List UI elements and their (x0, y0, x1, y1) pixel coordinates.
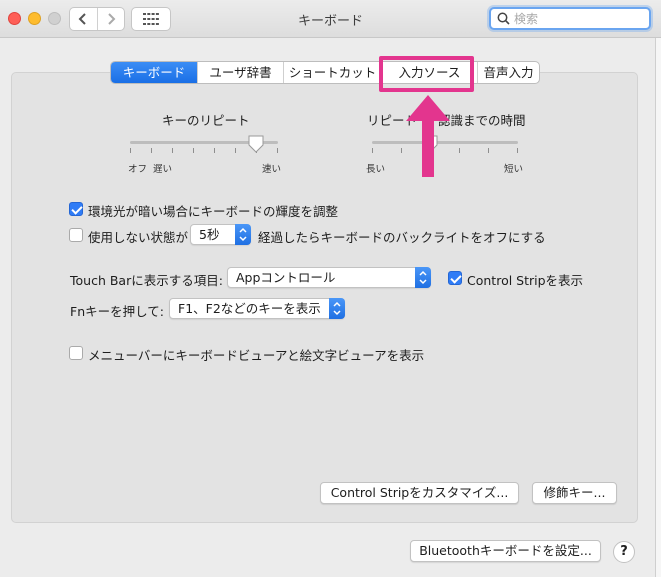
search-icon (497, 12, 510, 25)
chevron-left-icon (78, 13, 86, 25)
fn-key-label: Fnキーを押して: (70, 304, 164, 319)
chevron-updown-icon (235, 224, 251, 245)
slider-tick (193, 148, 194, 153)
backlight-off-prefix: 使用しない状態が (88, 230, 189, 245)
idle-time-value: 5秒 (199, 227, 220, 242)
key-repeat-slider-thumb[interactable] (248, 135, 264, 153)
slider-tick (172, 148, 173, 153)
tab-shortcuts[interactable]: ショートカット (283, 62, 381, 83)
setup-bluetooth-keyboard-button[interactable]: Bluetoothキーボードを設定... (410, 540, 601, 562)
touchbar-value: Appコントロール (236, 270, 336, 285)
slider-tick (372, 148, 373, 153)
slider-tick (130, 148, 131, 153)
input-sources-highlight-box (379, 56, 474, 92)
fn-key-popup[interactable]: F1、F2などのキーを表示 (169, 298, 345, 319)
slider-tick (214, 148, 215, 153)
chevron-updown-icon (415, 267, 431, 288)
minimize-window-button[interactable] (28, 12, 41, 25)
key-repeat-slow-label: 遅い (153, 164, 173, 175)
navigation-buttons (69, 7, 125, 31)
tab-bar: キーボード ユーザ辞書 ショートカット 入力ソース 音声入力 (110, 61, 540, 84)
backlight-off-checkbox[interactable] (69, 228, 83, 242)
repeat-delay-long-label: 長い (366, 164, 386, 175)
idle-time-popup[interactable]: 5秒 (190, 224, 251, 245)
window-title: キーボード (297, 14, 363, 29)
tab-dictation[interactable]: 音声入力 (477, 62, 539, 83)
slider-tick (235, 148, 236, 153)
fn-key-value: F1、F2などのキーを表示 (178, 301, 321, 316)
touchbar-popup[interactable]: Appコントロール (227, 267, 431, 288)
show-control-strip-checkbox[interactable] (448, 271, 462, 285)
adjust-brightness-checkbox[interactable] (69, 202, 83, 216)
slider-tick (488, 148, 489, 153)
slider-tick (151, 148, 152, 153)
zoom-window-button[interactable] (48, 12, 61, 25)
show-viewers-label: メニューバーにキーボードビューアと絵文字ビューアを表示 (88, 348, 425, 363)
customize-control-strip-button[interactable]: Control Stripをカスタマイズ... (320, 482, 519, 504)
slider-tick (401, 148, 402, 153)
key-repeat-fast-label: 速い (262, 164, 282, 175)
key-repeat-label: キーのリピート (162, 113, 250, 128)
slider-tick (459, 148, 460, 153)
tab-keyboard[interactable]: キーボード (111, 62, 197, 83)
window-edge (655, 38, 661, 577)
help-button[interactable]: ? (613, 541, 635, 563)
show-control-strip-label: Control Stripを表示 (467, 273, 584, 288)
chevron-right-icon (108, 13, 116, 25)
modifier-keys-button[interactable]: 修飾キー... (532, 482, 617, 504)
back-button[interactable] (70, 8, 97, 30)
repeat-delay-short-label: 短い (504, 164, 524, 175)
adjust-brightness-label: 環境光が暗い場合にキーボードの輝度を調整 (88, 204, 339, 219)
arrow-up-icon (406, 95, 450, 177)
show-all-button[interactable] (131, 7, 171, 31)
slider-tick (277, 148, 278, 153)
chevron-updown-icon (329, 298, 345, 319)
grid-icon (143, 13, 159, 25)
show-viewers-checkbox[interactable] (69, 346, 83, 360)
forward-button[interactable] (96, 8, 125, 30)
touchbar-label: Touch Barに表示する項目: (70, 273, 223, 288)
search-field[interactable] (489, 7, 651, 30)
title-bar: キーボード (0, 0, 661, 38)
close-window-button[interactable] (8, 12, 21, 25)
backlight-off-suffix: 経過したらキーボードのバックライトをオフにする (258, 230, 546, 245)
repeat-delay-label-end: 認識までの時間 (438, 113, 526, 128)
search-input[interactable] (514, 11, 644, 26)
slider-tick (517, 148, 518, 153)
tab-user-dictionary[interactable]: ユーザ辞書 (197, 62, 283, 83)
key-repeat-off-label: オフ (128, 164, 148, 175)
